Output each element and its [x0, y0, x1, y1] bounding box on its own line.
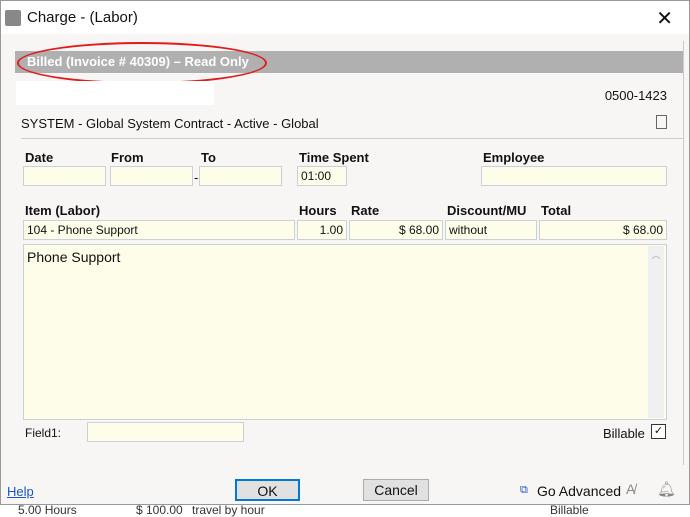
help-link[interactable]: Help — [7, 484, 34, 499]
hours-field[interactable]: 1.00 — [297, 220, 347, 240]
billable-label: Billable — [603, 426, 645, 441]
window-title: Charge - (Labor) — [27, 9, 138, 26]
cancel-button[interactable]: Cancel — [363, 479, 429, 501]
employee-field[interactable] — [481, 166, 667, 186]
rate-label: Rate — [351, 203, 380, 218]
charge-code: 0500-1423 — [604, 88, 667, 103]
charge-dialog: Charge - (Labor) ✕ Billed (Invoice # 403… — [0, 0, 690, 505]
discount-field[interactable]: without — [445, 220, 537, 240]
close-icon[interactable]: ✕ — [656, 6, 673, 31]
date-label: Date — [25, 150, 54, 165]
discount-label: Discount/MU — [447, 203, 527, 218]
to-label: To — [201, 150, 216, 165]
charge-app-icon — [5, 9, 21, 26]
from-label: From — [111, 150, 144, 165]
title-bar: Charge - (Labor) ✕ — [1, 1, 689, 34]
bg-hours: 5.00 Hours — [18, 503, 77, 517]
item-field[interactable]: 104 - Phone Support — [23, 220, 295, 240]
go-advanced-link[interactable]: Go Advanced — [537, 483, 621, 499]
billable-checkbox[interactable]: ✓ — [651, 424, 666, 439]
hours-label: Hours — [299, 203, 337, 218]
spell-check-icon[interactable]: A̸ — [626, 481, 635, 497]
bg-desc: travel by hour — [192, 503, 265, 517]
total-label: Total — [541, 203, 572, 218]
divider — [21, 138, 683, 139]
item-label: Item (Labor) — [25, 203, 101, 218]
contract-info: SYSTEM - Global System Contract - Active… — [21, 116, 319, 131]
description-textarea[interactable]: Phone Support ︿ — [23, 244, 667, 420]
employee-label: Employee — [483, 150, 545, 165]
rate-field[interactable]: $ 68.00 — [349, 220, 443, 240]
dialog-footer: Help OK Cancel ⧉ Go Advanced A̸ 🔔︎ — [1, 473, 689, 504]
document-icon[interactable] — [656, 115, 667, 129]
description-text: Phone Support — [27, 249, 121, 265]
bell-icon[interactable]: 🔔︎ — [657, 480, 676, 498]
field1-input[interactable] — [87, 422, 244, 442]
time-spent-field[interactable]: 01:00 — [297, 166, 347, 186]
to-field[interactable] — [199, 166, 282, 186]
from-field[interactable] — [110, 166, 193, 186]
field1-label: Field1: — [25, 426, 62, 440]
total-field[interactable]: $ 68.00 — [539, 220, 667, 240]
charge-form: Billed (Invoice # 40309) – Read Only 050… — [15, 41, 684, 465]
description-scrollbar[interactable]: ︿ — [648, 246, 664, 418]
bg-billable: Billable — [550, 503, 589, 517]
highlight-annotation — [17, 42, 267, 84]
ok-button[interactable]: OK — [235, 479, 300, 501]
blank-area — [16, 81, 214, 105]
time-separator: - — [194, 170, 199, 185]
external-link-icon: ⧉ — [520, 484, 528, 496]
bg-rate: $ 100.00 — [136, 503, 183, 517]
date-field[interactable] — [23, 166, 106, 186]
time-spent-label: Time Spent — [299, 150, 369, 165]
